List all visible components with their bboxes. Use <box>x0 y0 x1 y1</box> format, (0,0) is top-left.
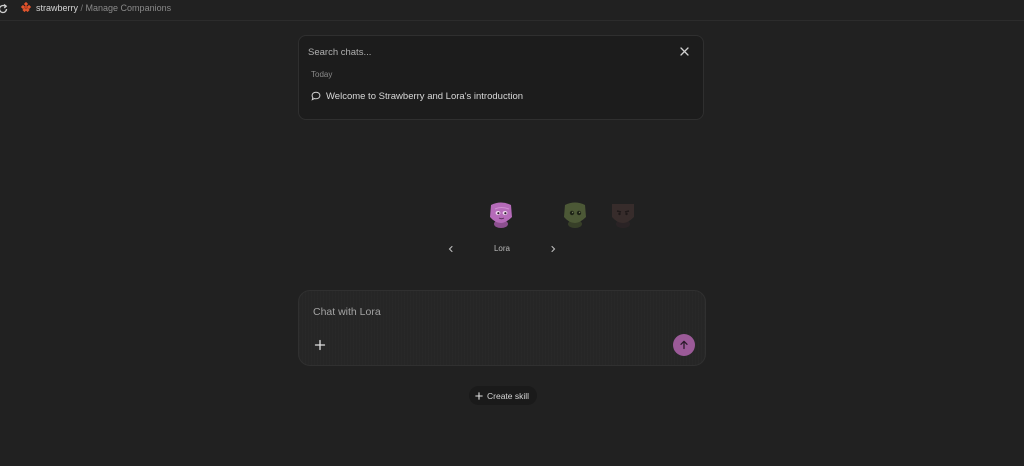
create-skill-label: Create skill <box>487 390 530 401</box>
dark-companion-avatar-icon[interactable] <box>608 199 638 231</box>
chat-input[interactable] <box>313 304 673 320</box>
breadcrumb-brand[interactable]: strawberry <box>36 3 78 13</box>
search-chats-panel: Today Welcome to Strawberry and Lora's i… <box>298 35 704 120</box>
chat-composer <box>298 290 706 366</box>
lora-avatar-icon[interactable] <box>486 199 516 231</box>
refresh-icon[interactable] <box>0 3 9 15</box>
strawberry-logo-icon[interactable] <box>20 2 32 14</box>
green-companion-avatar-icon[interactable] <box>560 199 590 231</box>
search-input[interactable] <box>308 44 668 60</box>
chat-history-item[interactable]: Welcome to Strawberry and Lora's introdu… <box>311 89 523 103</box>
chat-history-item-title: Welcome to Strawberry and Lora's introdu… <box>326 90 524 102</box>
chevron-right-icon[interactable] <box>548 244 558 254</box>
app-page: strawberry / Manage Companions Today Wel… <box>0 0 1024 466</box>
arrow-up-icon <box>680 340 688 350</box>
create-skill-button[interactable]: Create skill <box>469 386 538 405</box>
chat-bubble-icon <box>311 91 321 101</box>
close-icon[interactable] <box>679 46 690 57</box>
chevron-left-icon[interactable] <box>446 244 456 254</box>
breadcrumb: strawberry / Manage Companions <box>36 2 171 14</box>
plus-icon[interactable] <box>314 339 326 351</box>
send-button[interactable] <box>673 334 695 356</box>
search-group-label: Today <box>311 70 333 79</box>
breadcrumb-separator: / <box>78 3 86 13</box>
top-bar: strawberry / Manage Companions <box>0 0 1024 21</box>
selected-companion-name: Lora <box>493 244 510 253</box>
plus-icon <box>475 391 483 400</box>
breadcrumb-current-page: Manage Companions <box>85 3 172 13</box>
